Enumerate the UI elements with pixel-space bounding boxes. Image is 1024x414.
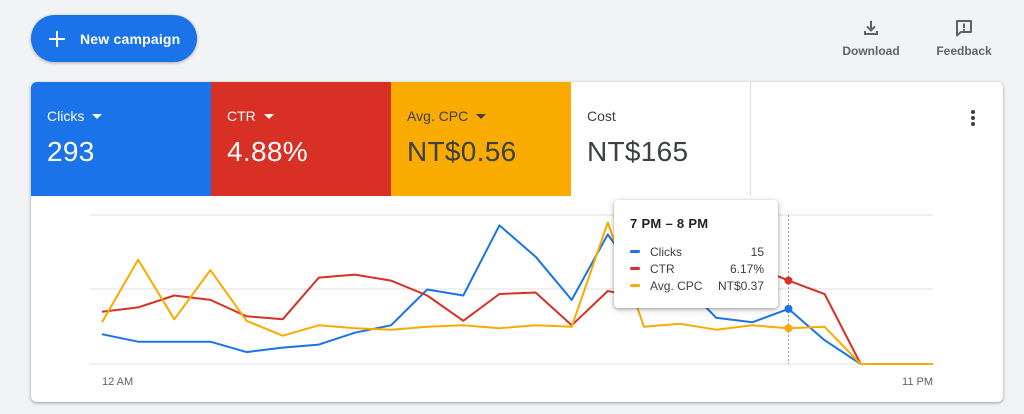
download-icon (864, 21, 878, 35)
performance-card: Clicks 293 CTR 4.88% Avg. CPC NT$0.56 Co… (31, 82, 1003, 402)
download-button[interactable]: Download (831, 18, 911, 58)
metric-ctr[interactable]: CTR 4.88% (211, 82, 391, 196)
more-vert-icon[interactable] (961, 106, 985, 130)
caret-down-icon (263, 113, 274, 119)
plus-icon (49, 30, 65, 47)
metric-label: Avg. CPC (407, 108, 469, 124)
x-tick-label: 11 PM (902, 376, 933, 388)
tooltip-series-name: CTR (650, 261, 675, 276)
metric-value: NT$0.56 (407, 136, 517, 167)
tooltip-series-name: Clicks (650, 244, 682, 259)
legend-swatch (630, 267, 640, 270)
metric-value: 293 (47, 136, 95, 167)
metric-label: Clicks (47, 108, 85, 124)
series-line-clicks (101, 224, 933, 365)
tooltip-title: 7 PM – 8 PM (630, 216, 709, 231)
metric-value: 4.88% (227, 136, 308, 167)
legend-swatch (630, 284, 640, 287)
hover-point (784, 276, 793, 285)
metric-label: CTR (227, 108, 256, 124)
tooltip-series-name: Avg. CPC (650, 278, 703, 293)
download-label: Download (842, 44, 900, 58)
tooltip-row-ctr: CTR 6.17% (630, 260, 764, 277)
x-tick-label: 12 AM (102, 376, 133, 388)
feedback-label: Feedback (936, 44, 992, 58)
new-campaign-button[interactable]: New campaign (31, 15, 197, 62)
tooltip-series-value: 15 (750, 244, 764, 259)
metric-label: Cost (587, 108, 616, 124)
metric-cost[interactable]: Cost NT$165 (571, 82, 751, 196)
feedback-icon (956, 20, 972, 37)
caret-down-icon (476, 113, 487, 119)
feedback-button[interactable]: Feedback (924, 18, 1004, 58)
metric-value: NT$165 (587, 136, 689, 167)
metric-clicks[interactable]: Clicks 293 (31, 82, 211, 196)
legend-swatch (630, 250, 640, 253)
new-campaign-label: New campaign (80, 30, 181, 47)
tooltip-row-clicks: Clicks 15 (630, 243, 764, 260)
chart-tooltip: 7 PM – 8 PM Clicks 15 CTR 6.17% Avg. CPC… (614, 200, 778, 308)
tooltip-row-avg-cpc: Avg. CPC NT$0.37 (630, 277, 764, 294)
tooltip-series-value: 6.17% (729, 261, 764, 276)
performance-line-chart: 12 AM 11 PM (89, 214, 933, 388)
caret-down-icon (92, 113, 103, 119)
tooltip-series-value: NT$0.37 (717, 278, 764, 293)
series-line-ctr (101, 264, 933, 365)
hover-point (784, 324, 793, 333)
metric-avg-cpc[interactable]: Avg. CPC NT$0.56 (391, 82, 571, 196)
hover-point (784, 304, 793, 313)
